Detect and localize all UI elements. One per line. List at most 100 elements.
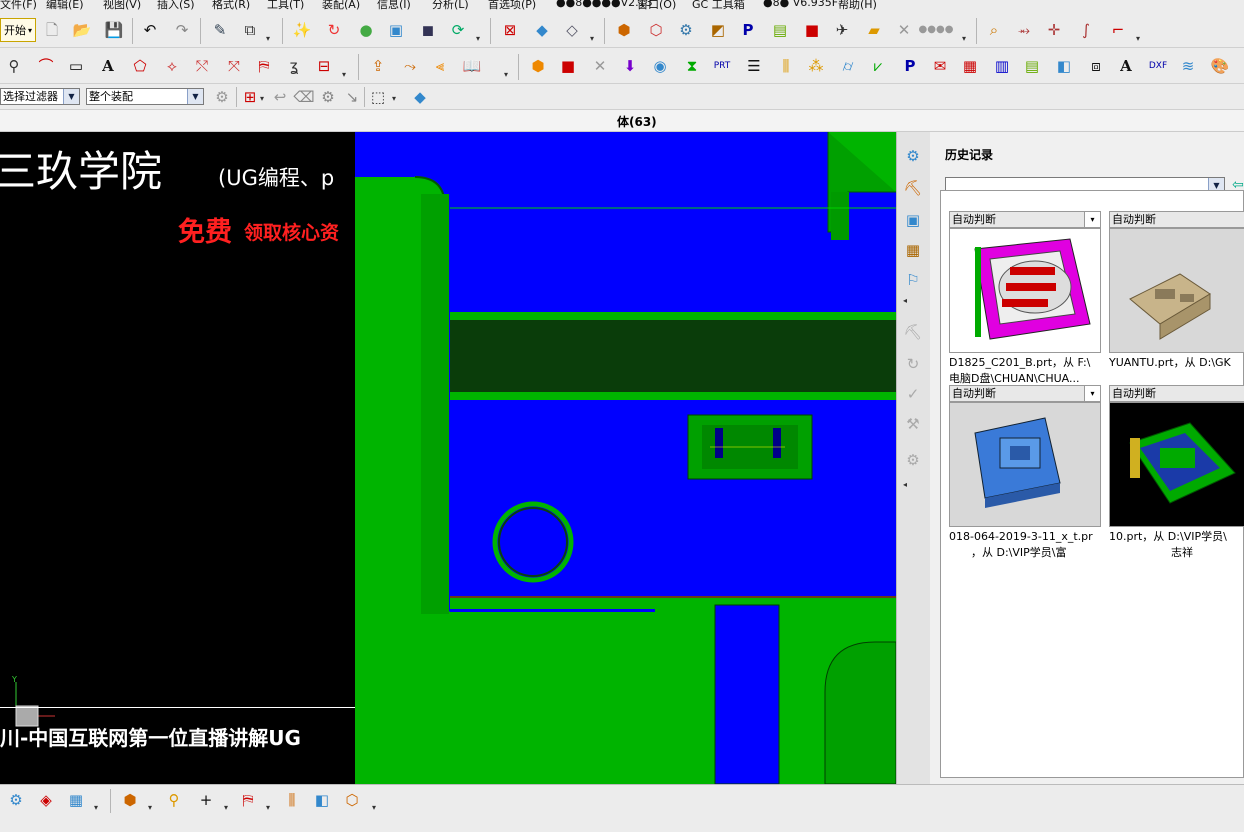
open-folder-icon[interactable]: 📂 — [72, 20, 92, 40]
part-thumbnail[interactable] — [1109, 228, 1244, 353]
sew-icon[interactable]: ⫷ — [430, 56, 450, 76]
history-card[interactable]: 自动判断 ▾ D1825_C201_B.prt，从 F:\ 电脑D盘\CHUAN\… — [949, 211, 1101, 385]
menu-help[interactable]: 帮助(H) — [838, 0, 877, 12]
sweep-icon[interactable]: ⤳ — [400, 56, 420, 76]
save-icon[interactable]: 💾 — [104, 20, 124, 40]
split-icon[interactable]: ✛ — [1044, 20, 1064, 40]
menu-info[interactable]: 信息(I) — [377, 0, 411, 12]
stack-icon[interactable]: ▤ — [1022, 56, 1042, 76]
selection-filter-dropdown[interactable]: 选择过滤器 ▼ — [0, 88, 80, 105]
refresh-icon[interactable]: ⟳ — [448, 20, 468, 40]
unite-icon[interactable]: ⬢ — [528, 56, 548, 76]
part-thumbnail[interactable] — [949, 402, 1101, 527]
menu-assembly[interactable]: 装配(A) — [322, 0, 360, 12]
card-header[interactable]: 自动判断▾ — [1109, 385, 1244, 402]
menu-window[interactable]: 窗口(O) — [637, 0, 676, 12]
parting-icon[interactable]: ⬡ — [646, 20, 666, 40]
clip-icon[interactable]: ⚲ — [164, 790, 184, 810]
book-icon[interactable]: 📖 — [462, 56, 482, 76]
check-tool-icon[interactable]: ⩗ — [868, 56, 888, 76]
undo-icon[interactable]: ↶ — [140, 20, 160, 40]
snap-point-icon[interactable]: ⊞ — [240, 87, 260, 107]
history-card[interactable]: 自动判断▾ YUANTU.prt，从 D:\GK — [1109, 211, 1244, 371]
route-icon[interactable]: ⚙ — [6, 790, 26, 810]
column-tool-icon[interactable]: ⫼ — [282, 790, 302, 810]
text-a-icon[interactable]: A — [98, 56, 118, 76]
offset-face-icon[interactable]: ⧗ — [682, 56, 702, 76]
card-header[interactable]: 自动判断▾ — [949, 385, 1101, 402]
cube-icon[interactable]: ◼ — [418, 20, 438, 40]
constraint-icon[interactable]: ⬢ — [120, 790, 140, 810]
magic-icon[interactable]: ✨ — [292, 20, 312, 40]
project-curve-icon[interactable]: ⤲ — [192, 56, 212, 76]
assembly-icon[interactable]: ⚙ — [676, 20, 696, 40]
cluster-icon[interactable]: ⁂ — [806, 56, 826, 76]
filter-reset-icon[interactable]: ⚙ — [212, 87, 232, 107]
mesh-icon[interactable]: ⬡ — [342, 790, 362, 810]
pnc-icon-2[interactable]: P — [900, 56, 920, 76]
array-icon[interactable]: ▦ — [66, 790, 86, 810]
rotate-icon[interactable]: ↻ — [324, 20, 344, 40]
bridge-curve-icon[interactable]: ⛿ — [254, 56, 274, 76]
assembly-scope-dropdown[interactable]: 整个装配 ▼ — [86, 88, 204, 105]
extrude-icon[interactable]: ⇪ — [368, 56, 388, 76]
menu-tools[interactable]: 工具(T) — [267, 0, 304, 12]
web-browser-icon[interactable]: ▦ — [903, 240, 923, 260]
block-icon[interactable]: ◧ — [312, 790, 332, 810]
note-icon[interactable]: ✉ — [930, 56, 950, 76]
small-cube-icon[interactable]: ◆ — [410, 87, 430, 107]
subtract-icon[interactable]: ■ — [558, 56, 578, 76]
fillet-icon[interactable]: ⌐ — [1108, 20, 1128, 40]
part-navigator-icon[interactable]: ⛏ — [903, 178, 923, 198]
column-icon[interactable]: ⫼ — [776, 56, 796, 76]
trim-icon[interactable]: ⥇ — [1014, 20, 1034, 40]
history-roles-icon[interactable]: ⚐ — [903, 270, 923, 290]
component-add-icon[interactable]: ◈ — [36, 790, 56, 810]
assembly-navigator-icon[interactable]: ⚙ — [903, 146, 923, 166]
view-iso-icon[interactable]: ◆ — [532, 20, 552, 40]
part-thumbnail[interactable] — [1109, 402, 1244, 527]
polygon-icon[interactable]: ⬠ — [130, 56, 150, 76]
pick-icon[interactable]: ↘ — [342, 87, 362, 107]
box-icon[interactable]: ◧ — [1054, 56, 1074, 76]
red-block-icon[interactable]: ■ — [802, 20, 822, 40]
spray-icon[interactable]: ✈ — [832, 20, 852, 40]
cad-viewport[interactable] — [355, 132, 896, 784]
menu-format[interactable]: 格式(R) — [212, 0, 250, 12]
palette-icon[interactable]: 🎨 — [1210, 56, 1230, 76]
history-card[interactable]: 自动判断▾ 10.prt，从 D:\VIP学员\ 志祥 — [1109, 385, 1244, 559]
menu-gc-toolbox[interactable]: GC 工具箱 — [692, 0, 745, 12]
menu-edit[interactable]: 编辑(E) — [46, 0, 84, 12]
replace-face-icon[interactable]: ◉ — [650, 56, 670, 76]
new-file-icon[interactable]: 🗋 — [42, 20, 62, 40]
menu-analysis[interactable]: 分析(L) — [432, 0, 469, 12]
intersect-curve-icon[interactable]: ⤧ — [224, 56, 244, 76]
report-icon[interactable]: ▥ — [992, 56, 1012, 76]
offset-curve-icon[interactable]: ⟡ — [162, 56, 182, 76]
datum-icon[interactable]: ⛿ — [238, 790, 258, 810]
marquee-icon[interactable]: ⬚ — [368, 87, 388, 107]
trim-body-icon[interactable]: ⬇ — [620, 56, 640, 76]
extract-icon[interactable]: ⊟ — [314, 56, 334, 76]
history-card[interactable]: 自动判断 ▾ 018-064-2019-3-11_x_t.pr ，从 D:\VIP… — [949, 385, 1101, 559]
component-icon[interactable]: ◩ — [708, 20, 728, 40]
sketch-icon[interactable]: ⚲ — [4, 56, 24, 76]
shaded-cube-icon[interactable]: ▣ — [386, 20, 406, 40]
part-thumbnail[interactable] — [949, 228, 1101, 353]
menu-plugin-b[interactable]: ●8● V6.935F — [763, 0, 838, 9]
mold-tool-icon[interactable]: ⬢ — [614, 20, 634, 40]
curve-icon[interactable]: ∫ — [1076, 20, 1096, 40]
transform-icon[interactable]: ⧉ — [240, 20, 260, 40]
cylinder-icon[interactable]: ⌭ — [838, 56, 858, 76]
menu-file[interactable]: 文件(F) — [0, 0, 37, 12]
plus-icon[interactable]: + — [196, 790, 216, 810]
prt-export-icon[interactable]: PRT — [712, 56, 732, 76]
annotation-a-icon[interactable]: A — [1116, 56, 1136, 76]
table-report-icon[interactable]: ▦ — [960, 56, 980, 76]
layers-icon[interactable]: ≋ — [1178, 56, 1198, 76]
list-icon[interactable]: ☰ — [744, 56, 764, 76]
drawing-icon[interactable]: ▰ — [864, 20, 884, 40]
start-button[interactable]: 开始 ▾ — [0, 18, 36, 42]
fit-view-icon[interactable]: ⊠ — [500, 20, 520, 40]
measure-icon[interactable]: ⌕ — [984, 20, 1004, 40]
